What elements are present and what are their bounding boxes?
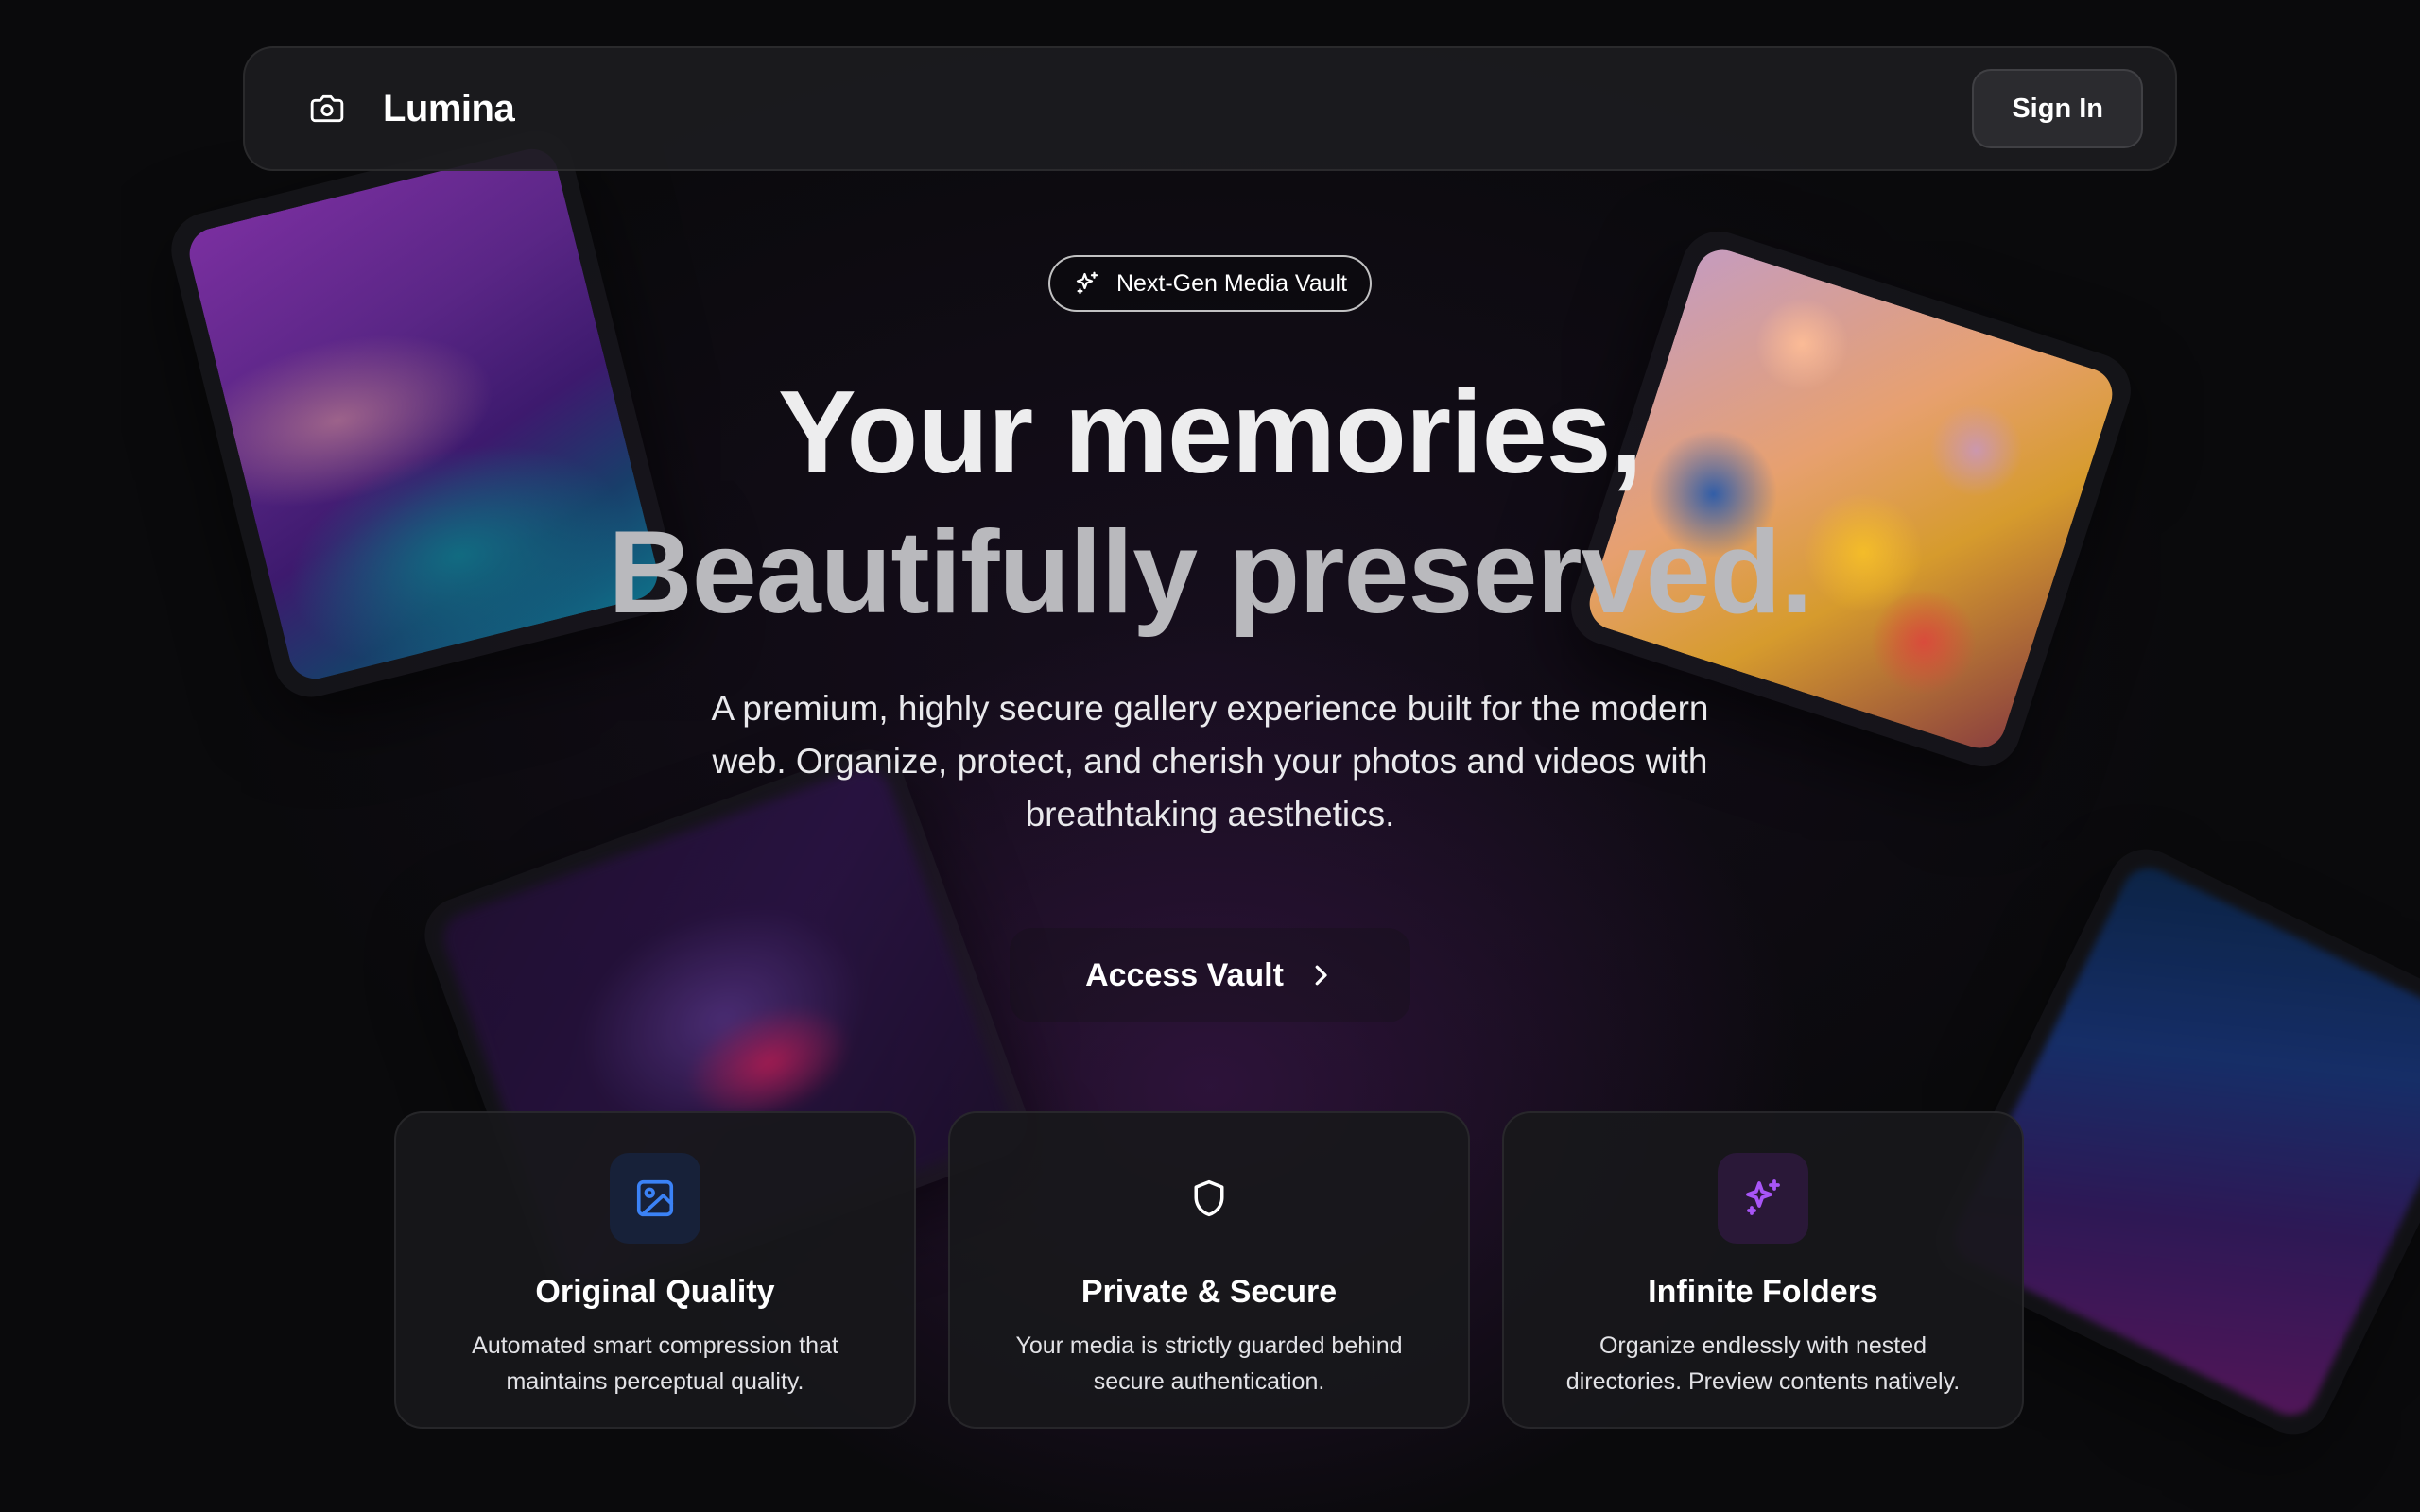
- feature-card-original-quality: Original Quality Automated smart compres…: [394, 1111, 916, 1429]
- landing-page: Lumina Sign In Next-Gen Media Vault Your…: [0, 0, 2420, 1512]
- navbar: Lumina Sign In: [243, 46, 2177, 171]
- features-section: Original Quality Automated smart compres…: [394, 1111, 2024, 1429]
- hero-subtitle: A premium, highly secure gallery experie…: [711, 689, 1709, 833]
- access-vault-label: Access Vault: [1085, 956, 1284, 993]
- sign-in-button[interactable]: Sign In: [1972, 69, 2143, 148]
- hero-section: Next-Gen Media Vault Your memories, Beau…: [0, 255, 2420, 1022]
- hero-headline-line-1: Your memories,: [777, 368, 1643, 498]
- hero-badge-label: Next-Gen Media Vault: [1115, 269, 1348, 297]
- feature-description: Organize endlessly with nested directori…: [1565, 1332, 1961, 1395]
- access-vault-button[interactable]: Access Vault: [1010, 928, 1410, 1022]
- feature-title: Original Quality: [535, 1274, 775, 1310]
- chevron-right-icon: [1306, 961, 1335, 989]
- feature-card-infinite-folders: Infinite Folders Organize endlessly with…: [1502, 1111, 2024, 1429]
- hero-headline-line-2: Beautifully preserved.: [608, 507, 1813, 638]
- camera-icon: [309, 91, 345, 127]
- feature-title: Infinite Folders: [1648, 1274, 1878, 1310]
- sparkles-icon: [1718, 1153, 1808, 1244]
- sparkles-icon: [1073, 269, 1101, 298]
- shield-icon: [1164, 1153, 1254, 1244]
- image-icon: [610, 1153, 700, 1244]
- hero-headline: Your memories, Beautifully preserved.: [0, 363, 2420, 643]
- brand[interactable]: Lumina: [309, 87, 515, 130]
- brand-name: Lumina: [383, 87, 515, 129]
- hero-badge: Next-Gen Media Vault: [1047, 255, 1373, 312]
- feature-description: Automated smart compression that maintai…: [472, 1332, 838, 1395]
- feature-description: Your media is strictly guarded behind se…: [1015, 1332, 1403, 1395]
- feature-title: Private & Secure: [1080, 1274, 1338, 1310]
- feature-card-private-secure: Private & Secure Your media is strictly …: [948, 1111, 1470, 1429]
